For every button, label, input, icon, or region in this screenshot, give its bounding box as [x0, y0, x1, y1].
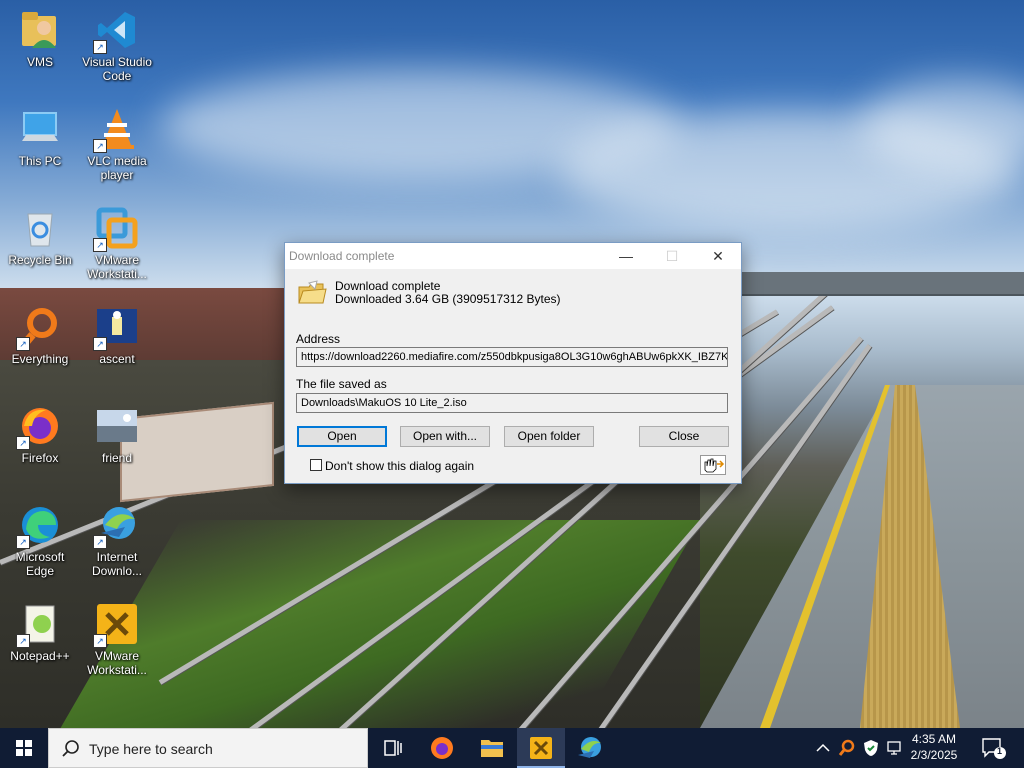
windows-logo-icon [16, 740, 32, 756]
taskbar-vmware[interactable] [517, 728, 565, 768]
shortcut-arrow-icon: ↗ [16, 436, 30, 450]
idm-icon [578, 737, 601, 758]
taskbar-search-box[interactable]: Type here to search [48, 728, 368, 768]
dialog-titlebar[interactable]: Download complete — ☐ ✕ [285, 243, 741, 269]
address-label: Address [296, 332, 341, 346]
user-folder-icon [18, 8, 62, 52]
desktop-icon-label: friend [101, 451, 133, 465]
desktop-icon-vlc[interactable]: ↗ VLC media player [77, 107, 157, 182]
drag-hand-icon[interactable] [700, 455, 726, 475]
task-view-icon [384, 740, 402, 756]
desktop-icon-vmware-workstation[interactable]: ↗ VMware Workstati... [77, 206, 157, 281]
close-button[interactable]: Close [639, 426, 729, 447]
open-with-button[interactable]: Open with... [400, 426, 490, 447]
recycle-bin-icon [18, 206, 62, 250]
download-complete-dialog: Download complete — ☐ ✕ Download complet… [284, 242, 742, 484]
desktop-icon-label: Everything [11, 352, 69, 366]
saved-path-field[interactable]: Downloads\MakuOS 10 Lite_2.iso [296, 393, 728, 413]
vmware-icon [530, 737, 552, 759]
edge-icon: ↗ [16, 503, 62, 549]
dont-show-label[interactable]: Don't show this dialog again [325, 459, 474, 473]
open-folder-icon [297, 279, 327, 307]
desktop-icon-label: This PC [18, 154, 62, 168]
desktop-icon-recycle-bin[interactable]: Recycle Bin [0, 206, 80, 267]
firefox-icon [431, 737, 453, 759]
shortcut-arrow-icon: ↗ [93, 139, 107, 153]
desktop-icon-vms[interactable]: VMS [0, 8, 80, 69]
desktop-icon-notepadpp[interactable]: ↗ Notepad++ [0, 602, 80, 663]
desktop-icon-ascent[interactable]: ↗ ascent [77, 305, 157, 366]
notification-count: 1 [997, 746, 1003, 756]
desktop-icon-vmware-player[interactable]: ↗ VMware Workstati... [77, 602, 157, 677]
start-button[interactable] [0, 728, 48, 768]
shortcut-arrow-icon: ↗ [16, 337, 30, 351]
shortcut-arrow-icon: ↗ [93, 238, 107, 252]
saved-as-label: The file saved as [296, 377, 387, 391]
image-file-icon [95, 404, 139, 448]
clock-time: 4:35 AM [911, 732, 957, 746]
taskbar-idm[interactable] [566, 728, 614, 768]
taskbar-firefox[interactable] [418, 728, 466, 768]
task-view-button[interactable] [368, 728, 416, 768]
notification-center-button[interactable]: 1 [980, 736, 1006, 760]
open-folder-button[interactable]: Open folder [504, 426, 594, 447]
dialog-title: Download complete [289, 249, 395, 263]
shortcut-arrow-icon: ↗ [16, 535, 30, 549]
desktop-icon-label: Firefox [21, 451, 59, 465]
desktop-icon-vscode[interactable]: ↗ Visual Studio Code [77, 8, 157, 83]
network-icon[interactable] [885, 738, 905, 758]
idm-icon: ↗ [93, 503, 139, 549]
dialog-message: Download complete Downloaded 3.64 GB (39… [335, 280, 561, 306]
desktop-icon-label: Recycle Bin [8, 253, 72, 267]
search-placeholder: Type here to search [89, 741, 213, 757]
desktop-icon-edge[interactable]: ↗ Microsoft Edge [0, 503, 80, 578]
dont-show-checkbox[interactable] [310, 459, 322, 471]
shortcut-arrow-icon: ↗ [93, 337, 107, 351]
notepadpp-icon: ↗ [16, 602, 62, 648]
desktop-icon-label: ascent [99, 352, 135, 366]
clock-date: 2/3/2025 [910, 748, 958, 762]
close-window-button[interactable]: ✕ [695, 243, 741, 269]
desktop-icon-label: Notepad++ [10, 649, 70, 663]
desktop-icon-label: VMware Workstati... [87, 649, 147, 677]
desktop-icon-label: Visual Studio Code [82, 55, 152, 83]
desktop-icon-idm[interactable]: ↗ Internet Downlo... [77, 503, 157, 578]
vmware-player-icon: ↗ [93, 602, 139, 648]
vmware-icon: ↗ [93, 206, 139, 252]
system-clock[interactable]: 4:35 AM 2/3/2025 [904, 731, 964, 763]
shortcut-arrow-icon: ↗ [93, 40, 107, 54]
download-size-text: Downloaded 3.64 GB (3909517312 Bytes) [335, 292, 561, 306]
ascent-icon: ↗ [93, 305, 139, 351]
maximize-button: ☐ [665, 248, 679, 264]
desktop-icon-everything[interactable]: ↗ Everything [0, 305, 80, 366]
desktop-icon-friend[interactable]: friend [77, 404, 157, 465]
desktop-icon-this-pc[interactable]: This PC [0, 107, 80, 168]
taskbar-file-explorer[interactable] [468, 728, 516, 768]
minimize-button[interactable]: — [603, 243, 649, 269]
open-button[interactable]: Open [297, 426, 387, 447]
desktop-icon-label: VMware Workstati... [87, 253, 147, 281]
everything-tray-icon[interactable] [837, 738, 857, 758]
address-field[interactable]: https://download2260.mediafire.com/z550d… [296, 347, 728, 367]
desktop-icon-firefox[interactable]: ↗ Firefox [0, 404, 80, 465]
computer-icon [18, 107, 62, 151]
desktop-icon-label: VMS [26, 55, 53, 69]
taskbar: Type here to search 4:35 AM 2/3/2025 1 [0, 728, 1024, 768]
desktop-icon-label: Internet Downlo... [91, 550, 143, 578]
vlc-icon: ↗ [93, 107, 139, 153]
file-explorer-icon [481, 740, 503, 757]
desktop-icon-label: Microsoft Edge [15, 550, 65, 578]
everything-search-icon: ↗ [16, 305, 62, 351]
shortcut-arrow-icon: ↗ [93, 634, 107, 648]
shortcut-arrow-icon: ↗ [16, 634, 30, 648]
notification-icon [982, 738, 1006, 759]
desktop-icon-label: VLC media player [87, 154, 147, 182]
show-hidden-icons-chevron-icon[interactable] [813, 738, 833, 758]
shortcut-arrow-icon: ↗ [93, 535, 107, 549]
firefox-icon: ↗ [16, 404, 62, 450]
search-icon [61, 739, 81, 759]
security-shield-icon[interactable] [861, 738, 881, 758]
vscode-icon: ↗ [93, 8, 139, 54]
